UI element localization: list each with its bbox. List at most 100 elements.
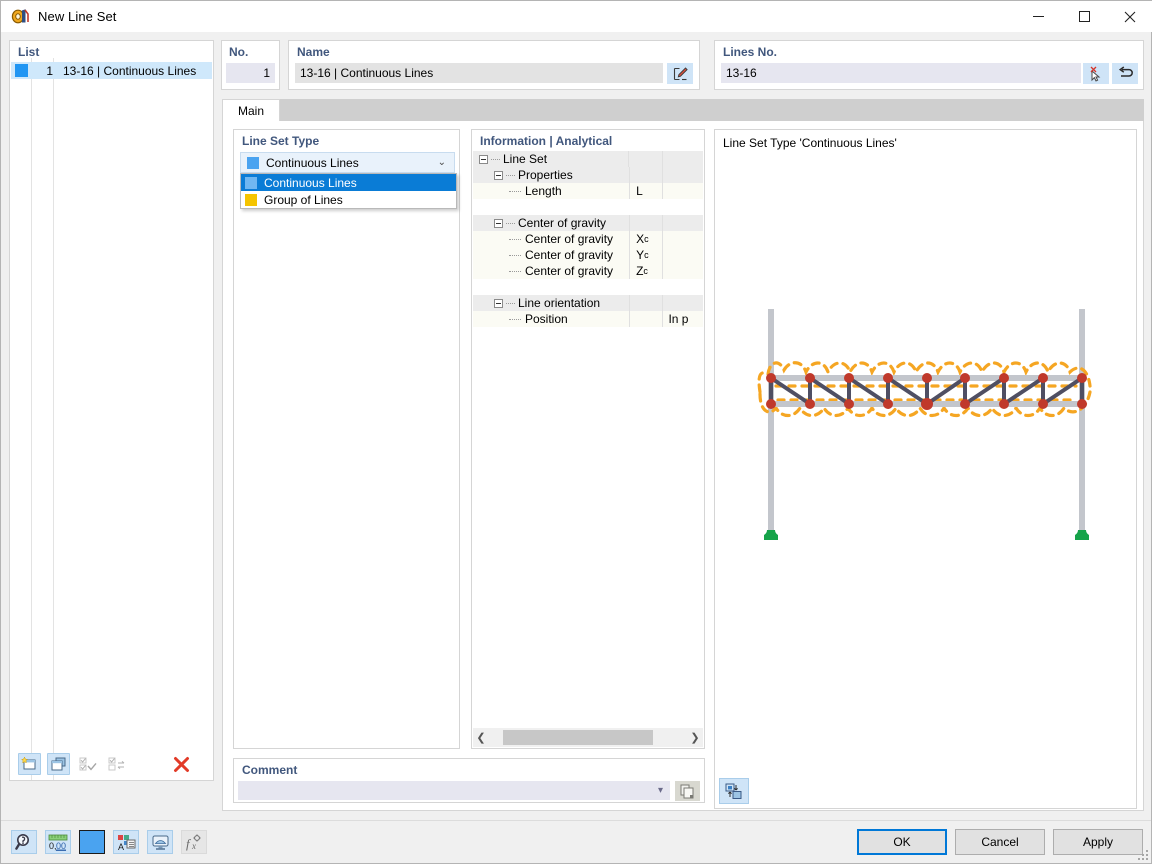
- undo-selection-button[interactable]: [1112, 63, 1138, 84]
- delete-line-set-button[interactable]: [170, 753, 193, 775]
- tree-connector: [509, 238, 521, 240]
- dropdown-option-label: Group of Lines: [264, 192, 343, 207]
- line-set-type-selected-label: Continuous Lines: [266, 155, 359, 170]
- tree-row-label: Properties: [518, 168, 573, 182]
- tree-row-symbol: [628, 151, 662, 167]
- chevron-down-icon[interactable]: ▾: [658, 785, 663, 796]
- scrollbar-thumb[interactable]: [503, 730, 653, 745]
- scroll-right-arrow-icon[interactable]: ❯: [687, 731, 703, 744]
- tree-row[interactable]: [473, 279, 703, 295]
- tab-main[interactable]: Main: [222, 99, 280, 121]
- tree-row[interactable]: Length L: [473, 183, 703, 199]
- tree-row-label: Position: [525, 312, 568, 326]
- line-set-color-swatch: [15, 64, 28, 77]
- scroll-left-arrow-icon[interactable]: ❮: [473, 731, 489, 744]
- list-item[interactable]: 1 13-16 | Continuous Lines: [11, 62, 212, 79]
- line-set-icon: [9, 6, 31, 28]
- tree-row-label: Center of gravity: [525, 248, 614, 262]
- cancel-button[interactable]: Cancel: [955, 829, 1045, 855]
- information-tree[interactable]: Line Set Properties Length L Center of gravi…: [473, 151, 703, 727]
- tree-row-value: [662, 247, 703, 263]
- view-layout-button[interactable]: [719, 778, 749, 804]
- tree-row[interactable]: [473, 199, 703, 215]
- information-horizontal-scrollbar[interactable]: ❮ ❯: [473, 728, 703, 747]
- tree-row-symbol: [628, 167, 663, 183]
- tree-row-symbol: [628, 215, 663, 231]
- close-button[interactable]: [1107, 1, 1152, 32]
- line-set-type-card: Line Set Type Continuous Lines ⌄ Continu…: [233, 129, 460, 749]
- window-title: New Line Set: [38, 9, 117, 24]
- tree-connector: [506, 302, 515, 304]
- lines-number-input[interactable]: 13-16: [721, 63, 1081, 83]
- collapse-icon[interactable]: [494, 218, 503, 228]
- information-card: Information | Analytical Line Set Propert…: [471, 129, 705, 749]
- tree-row[interactable]: Position In p: [473, 311, 703, 327]
- tree-row[interactable]: Center of gravity: [473, 215, 703, 231]
- collapse-icon[interactable]: [494, 170, 503, 180]
- tree-row-label-cell: Center of gravity: [473, 231, 629, 247]
- pick-lines-button[interactable]: [1083, 63, 1109, 84]
- copy-line-set-button[interactable]: [47, 753, 70, 775]
- tree-row[interactable]: Center of gravity Xc: [473, 231, 703, 247]
- scrollbar-track[interactable]: [489, 729, 687, 746]
- comment-combobox[interactable]: ▾: [238, 781, 670, 800]
- dropdown-option-continuous-lines[interactable]: Continuous Lines: [241, 174, 456, 191]
- tree-row-value: [661, 151, 703, 167]
- dropdown-option-group-of-lines[interactable]: Group of Lines: [241, 191, 456, 208]
- new-line-set-button[interactable]: [18, 753, 41, 775]
- apply-button[interactable]: Apply: [1053, 829, 1143, 855]
- display-properties-button[interactable]: A: [113, 830, 139, 854]
- preview-canvas[interactable]: [716, 154, 1135, 772]
- tree-connector: [506, 174, 515, 176]
- lines-number-card: Lines No. 13-16: [714, 40, 1144, 90]
- tree-row-label-cell: Length: [473, 183, 629, 199]
- collapse-icon[interactable]: [479, 154, 488, 164]
- tree-row-label: Line orientation: [518, 296, 601, 310]
- number-value: 1: [226, 63, 275, 83]
- edit-name-button[interactable]: [667, 63, 693, 84]
- tree-row-label-cell: Line orientation: [473, 295, 629, 311]
- tree-row-value: [662, 263, 703, 279]
- copy-comment-button[interactable]: [675, 781, 700, 801]
- svg-text:00: 00: [56, 841, 66, 851]
- collapse-icon[interactable]: [494, 298, 503, 308]
- list-rows: 1 13-16 | Continuous Lines: [11, 62, 212, 749]
- name-card: Name 13-16 | Continuous Lines: [288, 40, 700, 90]
- tree-row[interactable]: Center of gravity Zc: [473, 263, 703, 279]
- tree-row-value: In p: [662, 311, 703, 327]
- tree-row[interactable]: Properties: [473, 167, 703, 183]
- view-settings-button[interactable]: [147, 830, 173, 854]
- chevron-down-icon: ⌄: [437, 157, 446, 168]
- tree-row-value: [662, 183, 703, 199]
- maximize-button[interactable]: [1061, 1, 1107, 32]
- tree-row-label-cell: [473, 199, 641, 215]
- resize-grip[interactable]: [1138, 850, 1148, 860]
- truss-structure-graphic: [757, 309, 1092, 540]
- tree-row-value: [662, 231, 703, 247]
- list-panel-header: List: [18, 45, 40, 59]
- tree-row[interactable]: Center of gravity Yc: [473, 247, 703, 263]
- name-input[interactable]: 13-16 | Continuous Lines: [295, 63, 663, 83]
- tree-row-label-cell: Center of gravity: [473, 247, 629, 263]
- search-tool-button[interactable]: [11, 830, 37, 854]
- minimize-button[interactable]: [1015, 1, 1061, 32]
- invert-selection-button: [105, 753, 128, 775]
- tree-row[interactable]: Line Set: [473, 151, 703, 167]
- preview-card: Line Set Type 'Continuous Lines': [714, 129, 1137, 809]
- svg-text:A: A: [118, 842, 124, 851]
- dialog-actions: OK Cancel Apply: [857, 829, 1143, 855]
- formula-button: f x: [181, 830, 207, 854]
- tree-connector: [506, 222, 515, 224]
- tree-row[interactable]: Line orientation: [473, 295, 703, 311]
- color-swatch-button[interactable]: [79, 830, 105, 854]
- apply-button-label: Apply: [1082, 835, 1114, 849]
- tree-row-value: [662, 167, 703, 183]
- tree-connector: [509, 270, 521, 272]
- tree-row-label: Center of gravity: [518, 216, 607, 230]
- line-set-type-combobox[interactable]: Continuous Lines ⌄: [240, 152, 455, 173]
- decimal-places-button[interactable]: 0, 00: [45, 830, 71, 854]
- tree-row-label-cell: [473, 279, 641, 295]
- information-header: Information | Analytical: [480, 134, 613, 148]
- ok-button[interactable]: OK: [857, 829, 947, 855]
- tree-connector: [509, 318, 521, 320]
